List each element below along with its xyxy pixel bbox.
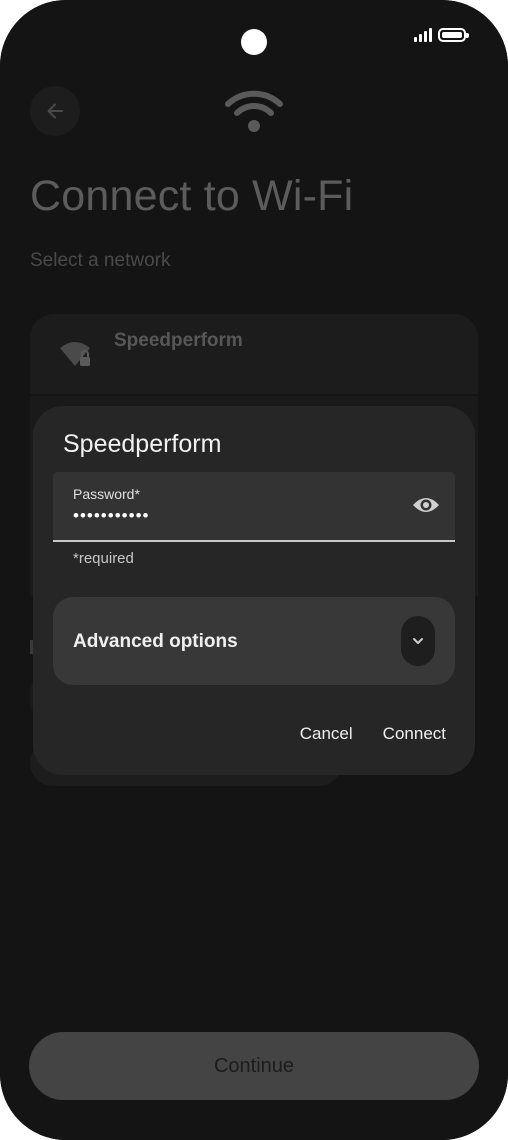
- advanced-options-label: Advanced options: [73, 631, 238, 652]
- chevron-down-icon: [413, 638, 423, 644]
- dialog-actions: Cancel Connect: [300, 724, 446, 744]
- network-list-item[interactable]: [30, 314, 478, 394]
- cancel-button[interactable]: Cancel: [300, 724, 353, 744]
- back-button[interactable]: [30, 86, 80, 136]
- password-dialog: Speedperform Password* ••••••••••• *requ…: [33, 406, 475, 775]
- helper-text: *required: [73, 550, 134, 567]
- expand-button[interactable]: [401, 616, 435, 666]
- continue-button[interactable]: Continue: [29, 1032, 479, 1100]
- wifi-icon: [225, 90, 283, 132]
- signal-icon: [414, 28, 432, 42]
- arrow-left-icon: [47, 103, 63, 119]
- password-label: Password*: [73, 486, 140, 502]
- dialog-title: Speedperform: [63, 430, 222, 458]
- password-field[interactable]: Password* •••••••••••: [53, 472, 455, 542]
- page-title: Connect to Wi-Fi: [30, 172, 354, 220]
- password-input[interactable]: •••••••••••: [73, 506, 149, 526]
- eye-icon[interactable]: [411, 494, 441, 516]
- screen: Connect to Wi-Fi Select a network Speedp…: [0, 0, 508, 1140]
- page-subtitle: Select a network: [30, 250, 171, 271]
- connect-button[interactable]: Connect: [383, 724, 446, 744]
- phone-frame: Connect to Wi-Fi Select a network Speedp…: [0, 0, 508, 1140]
- advanced-options[interactable]: Advanced options: [53, 597, 455, 685]
- camera-cutout: [241, 29, 267, 55]
- battery-icon: [438, 28, 469, 42]
- status-bar: [414, 28, 469, 42]
- network-name: Speedperform: [114, 330, 243, 351]
- wifi-lock-icon: [60, 342, 90, 366]
